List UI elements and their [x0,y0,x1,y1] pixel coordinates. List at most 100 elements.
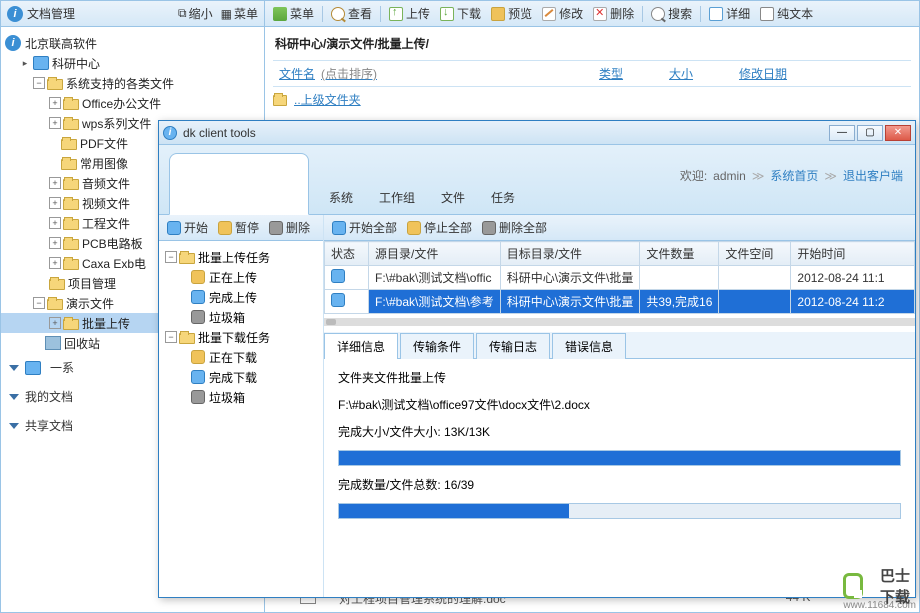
tree-node[interactable]: −系统支持的各类文件 [1,73,264,93]
expand-toggle[interactable]: + [49,97,61,109]
folder-icon [63,199,79,210]
tb-preview[interactable]: 预览 [487,3,536,24]
expand-toggle[interactable]: + [49,117,61,129]
btn-start[interactable]: 开始 [163,217,212,238]
progress-total-bar [339,504,569,518]
col-type[interactable]: 类型 [593,61,663,86]
detail-icon [709,7,723,21]
chevron-down-icon [9,423,19,429]
task-tree-node[interactable]: −批量上传任务 [161,247,321,267]
task-tree-node[interactable]: 垃圾箱 [161,387,321,407]
file-row-parent[interactable]: ..上级文件夹 [273,91,911,108]
stop-icon [407,221,421,235]
shrink-label: 缩小 [189,5,213,22]
parent-link[interactable]: ..上级文件夹 [294,91,361,108]
tab-system[interactable]: 系统 [329,189,353,206]
expand-toggle[interactable]: + [49,317,61,329]
btn-delete-all[interactable]: 删除全部 [478,217,551,238]
tb-menu[interactable]: 菜单 [269,3,318,24]
th-space[interactable]: 文件空间 [719,242,791,266]
tb-download[interactable]: 下载 [436,3,485,24]
subtab-detail[interactable]: 详细信息 [324,333,398,359]
tree-node[interactable]: ▸科研中心 [1,53,264,73]
tb-delete[interactable]: 删除 [589,3,638,24]
collapse-toggle[interactable]: − [165,331,177,343]
tab-file[interactable]: 文件 [441,189,465,206]
active-tab-bg [169,153,309,215]
menu-icon [273,7,287,21]
tb-upload[interactable]: 上传 [385,3,434,24]
th-src[interactable]: 源目录/文件 [369,242,501,266]
btn-stop-all[interactable]: 停止全部 [403,217,476,238]
subtab-log[interactable]: 传输日志 [476,333,550,359]
tab-task[interactable]: 任务 [491,189,515,206]
dialog-titlebar[interactable]: i dk client tools — ▢ ✕ [159,121,915,145]
menu-button[interactable]: ▦ 菜单 [221,5,258,22]
folder-icon [61,139,77,150]
task-tree-node[interactable]: 完成上传 [161,287,321,307]
tb-plain[interactable]: 纯文本 [756,3,817,24]
th-dst[interactable]: 目标目录/文件 [500,242,640,266]
folder-icon [63,219,79,230]
link-exit[interactable]: 退出客户端 [843,167,903,184]
link-home[interactable]: 系统首页 [770,167,818,184]
tb-search[interactable]: 搜索 [647,3,696,24]
task-tree-node[interactable]: −批量下载任务 [161,327,321,347]
done-icon [191,370,205,384]
task-tree-node[interactable]: 正在上传 [161,267,321,287]
folder-icon [179,253,195,264]
expand-toggle[interactable]: + [49,177,61,189]
task-tree-node[interactable]: 垃圾箱 [161,307,321,327]
task-row[interactable]: F:\#bak\测试文档\offic 科研中心\演示文件\批量 2012-08-… [325,266,915,290]
dialog-title: dk client tools [183,126,829,140]
dialog-tabbar: 系统 工作组 文件 任务 欢迎: admin ≫ 系统首页 ≫ 退出客户端 [159,145,915,215]
task-row-selected[interactable]: F:\#bak\测试文档\参考 科研中心\演示文件\批量 共39,完成16 20… [325,290,915,314]
maximize-button[interactable]: ▢ [857,125,883,141]
th-status[interactable]: 状态 [325,242,369,266]
th-time[interactable]: 开始时间 [791,242,915,266]
shrink-button[interactable]: ⧉ 缩小 [178,5,213,22]
search-icon [651,7,665,21]
folder-icon [63,239,79,250]
horizontal-scrollbar[interactable] [324,318,915,326]
collapse-toggle[interactable]: − [165,251,177,263]
subtab-error[interactable]: 错误信息 [552,333,626,359]
expand-toggle[interactable]: + [49,217,61,229]
task-left-toolbar: 开始 暂停 删除 [159,215,323,241]
collapse-toggle[interactable]: − [33,77,45,89]
btn-pause[interactable]: 暂停 [214,217,263,238]
task-right-toolbar: 开始全部 停止全部 删除全部 [324,215,915,241]
folder-icon [63,259,79,270]
tb-view[interactable]: 查看 [327,3,376,24]
th-count[interactable]: 文件数量 [640,242,719,266]
downloading-icon [191,350,205,364]
expand-toggle[interactable]: + [49,257,61,269]
trash-icon [191,390,205,404]
expand-toggle[interactable]: + [49,237,61,249]
subtab-conditions[interactable]: 传输条件 [400,333,474,359]
btn-start-all[interactable]: 开始全部 [328,217,401,238]
tb-detail[interactable]: 详细 [705,3,754,24]
col-size[interactable]: 大小 [663,61,733,86]
folder-icon [47,79,63,90]
tree-root[interactable]: i北京联高软件 [1,33,264,53]
close-button[interactable]: ✕ [885,125,911,141]
tree-node[interactable]: +Office办公文件 [1,93,264,113]
tab-group[interactable]: 工作组 [379,189,415,206]
delete-icon [593,7,607,21]
org-icon: i [5,35,21,51]
folder-icon [63,319,79,330]
collapse-toggle[interactable]: − [33,297,45,309]
btn-delete[interactable]: 删除 [265,217,314,238]
task-tree-node[interactable]: 正在下载 [161,347,321,367]
view-icon [331,7,345,21]
folder-icon [61,159,77,170]
task-tree-node[interactable]: 完成下载 [161,367,321,387]
col-filename[interactable]: 文件名(点击排序) [273,61,593,86]
expand-toggle[interactable]: + [49,197,61,209]
detail-count: 完成数量/文件总数: 16/39 [338,476,901,493]
col-date[interactable]: 修改日期 [733,61,853,86]
minimize-button[interactable]: — [829,125,855,141]
chevron-down-icon [9,365,19,371]
tb-edit[interactable]: 修改 [538,3,587,24]
